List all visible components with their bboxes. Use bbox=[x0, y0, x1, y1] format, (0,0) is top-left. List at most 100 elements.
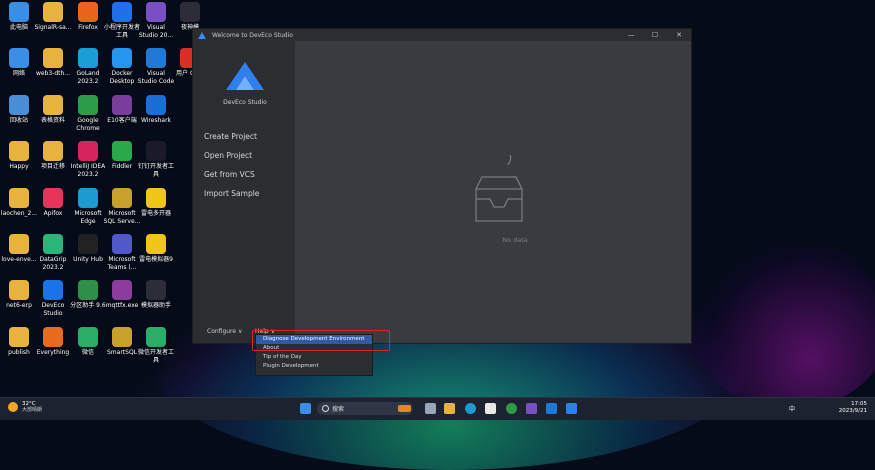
desktop-icon[interactable]: Unity Hub bbox=[69, 234, 107, 264]
desktop-icon[interactable]: 小程序开发者工具 bbox=[103, 2, 141, 39]
visual-studio-icon[interactable] bbox=[526, 403, 537, 414]
import-sample-link[interactable]: Import Sample bbox=[204, 189, 259, 198]
desktop-icon[interactable]: publish bbox=[0, 327, 38, 357]
desktop-icon[interactable]: 网络 bbox=[0, 48, 38, 78]
desktop-icon[interactable]: 钉钉开发者工具 bbox=[137, 141, 175, 178]
desktop-icon-label: 微信开发者工具 bbox=[137, 349, 174, 364]
desktop-icon[interactable]: Firefox bbox=[69, 2, 107, 32]
weather-widget[interactable]: 32°C 大部晴朗 bbox=[8, 401, 42, 413]
desktop-icon[interactable]: Visual Studio 20... bbox=[137, 2, 175, 39]
app-icon bbox=[146, 188, 166, 208]
desktop-icon[interactable]: Google Chrome bbox=[69, 95, 107, 132]
desktop-icon[interactable]: Microsoft SQL Serve... bbox=[103, 188, 141, 225]
app-icon bbox=[112, 2, 132, 22]
desktop-icon-label: DevEco Studio bbox=[41, 302, 65, 317]
brand: DevEco Studio bbox=[223, 61, 267, 106]
desktop-icon-label: E10客户端 bbox=[107, 117, 137, 124]
maximize-button[interactable]: ☐ bbox=[643, 31, 667, 39]
desktop-icon-label: net6-erp bbox=[6, 302, 32, 309]
deveco-welcome-window: Welcome to DevEco Studio — ☐ ✕ DevEco St… bbox=[192, 28, 692, 344]
desktop-icon-label: 项目迁移 bbox=[40, 163, 65, 170]
window-title: Welcome to DevEco Studio bbox=[212, 31, 293, 39]
desktop-icon-label: 此电脑 bbox=[9, 24, 28, 31]
desktop-icon-label: love-enve... bbox=[1, 256, 37, 263]
desktop-icon[interactable]: Everything bbox=[34, 327, 72, 357]
desktop-icon-label: 回收站 bbox=[9, 117, 28, 124]
app-icon bbox=[78, 327, 98, 347]
desktop-icon[interactable]: 雷电多开器 bbox=[137, 188, 175, 218]
desktop-icon[interactable]: Docker Desktop bbox=[103, 48, 141, 85]
desktop-icon[interactable]: 项目迁移 bbox=[34, 141, 72, 171]
desktop-icon[interactable]: 微信 bbox=[69, 327, 107, 357]
app-icon bbox=[112, 280, 132, 300]
desktop-icon[interactable]: 雷电模拟器9 bbox=[137, 234, 175, 264]
chrome-icon[interactable] bbox=[506, 403, 517, 414]
desktop-icon[interactable]: Fiddler bbox=[103, 141, 141, 171]
desktop-icon[interactable]: 回收站 bbox=[0, 95, 38, 125]
desktop-icon[interactable]: web3-dth... bbox=[34, 48, 72, 78]
app-icon bbox=[112, 141, 132, 161]
clock[interactable]: 17:05 2023/9/21 bbox=[839, 401, 867, 415]
menu-item-tip-of-the-day[interactable]: Tip of the Day bbox=[256, 353, 372, 362]
desktop-icon-label: Fiddler bbox=[111, 163, 133, 170]
app-icon bbox=[43, 141, 63, 161]
desktop-icon[interactable]: 分区助手 9.6 bbox=[69, 280, 107, 310]
desktop-icon[interactable]: 微信开发者工具 bbox=[137, 327, 175, 364]
desktop-icon[interactable]: IntelliJ IDEA 2023.2 bbox=[69, 141, 107, 178]
desktop-icon-label: Firefox bbox=[78, 24, 98, 31]
desktop-icon[interactable]: laochen_2... bbox=[0, 188, 38, 218]
create-project-link[interactable]: Create Project bbox=[204, 132, 257, 141]
desktop-icon[interactable]: net6-erp bbox=[0, 280, 38, 310]
app-icon bbox=[78, 188, 98, 208]
desktop-icon[interactable]: GoLand 2023.2 bbox=[69, 48, 107, 85]
desktop-icon[interactable]: DevEco Studio bbox=[34, 280, 72, 317]
desktop-icon[interactable]: Happy bbox=[0, 141, 38, 171]
empty-inbox-icon bbox=[475, 154, 523, 222]
desktop-icon[interactable]: 模拟器助手 bbox=[137, 280, 175, 310]
desktop-icon[interactable]: Microsoft Teams (... bbox=[103, 234, 141, 271]
app-icon bbox=[146, 95, 166, 115]
desktop-icon[interactable]: Visual Studio Code bbox=[137, 48, 175, 85]
desktop-icon[interactable]: love-enve... bbox=[0, 234, 38, 264]
task-view-icon[interactable] bbox=[425, 403, 436, 414]
app-icon bbox=[43, 188, 63, 208]
app-icon bbox=[146, 48, 166, 68]
input-language[interactable]: 中 bbox=[789, 404, 795, 413]
start-icon[interactable] bbox=[300, 403, 311, 414]
configure-dropdown[interactable]: Configure ∨ bbox=[207, 328, 242, 335]
desktop-icon-label: Google Chrome bbox=[76, 117, 100, 132]
desktop-icon-label: mqttfx.exe bbox=[105, 302, 139, 309]
desktop-icon[interactable]: E10客户端 bbox=[103, 95, 141, 125]
desktop-icon[interactable]: SignalR-sa... bbox=[34, 2, 72, 32]
app-icon bbox=[78, 48, 98, 68]
sun-icon bbox=[8, 402, 18, 412]
app-icon bbox=[112, 327, 132, 347]
vscode-icon[interactable] bbox=[546, 403, 557, 414]
desktop-icon[interactable]: SmartSQL bbox=[103, 327, 141, 357]
deveco-taskbar-icon[interactable] bbox=[566, 403, 577, 414]
get-from-vcs-link[interactable]: Get from VCS bbox=[204, 170, 255, 179]
open-project-link[interactable]: Open Project bbox=[204, 151, 252, 160]
desktop-icon-label: Happy bbox=[9, 163, 29, 170]
edge-icon[interactable] bbox=[465, 403, 476, 414]
desktop-icon-label: Microsoft Teams (... bbox=[107, 256, 137, 271]
desktop-icon-label: laochen_2... bbox=[0, 210, 38, 217]
desktop-icon[interactable]: Apifox bbox=[34, 188, 72, 218]
minimize-button[interactable]: — bbox=[619, 31, 643, 39]
app-icon bbox=[146, 141, 166, 161]
desktop-icon-label: publish bbox=[8, 349, 30, 356]
app-icon bbox=[9, 95, 29, 115]
menu-item-plugin-development[interactable]: Plugin Development bbox=[256, 362, 372, 371]
desktop-icon[interactable]: Wireshark bbox=[137, 95, 175, 125]
store-icon[interactable] bbox=[485, 403, 496, 414]
app-icon bbox=[78, 95, 98, 115]
desktop-icon[interactable]: DataGrip 2023.2 bbox=[34, 234, 72, 271]
desktop-icon[interactable]: 表格资料 bbox=[34, 95, 72, 125]
desktop-icon[interactable]: mqttfx.exe bbox=[103, 280, 141, 310]
desktop-icon[interactable]: Microsoft Edge bbox=[69, 188, 107, 225]
search-icon bbox=[322, 405, 329, 412]
close-button[interactable]: ✕ bbox=[667, 31, 691, 39]
file-explorer-icon[interactable] bbox=[444, 403, 455, 414]
desktop-icon-label: Microsoft SQL Serve... bbox=[103, 210, 141, 225]
desktop-icon[interactable]: 此电脑 bbox=[0, 2, 38, 32]
